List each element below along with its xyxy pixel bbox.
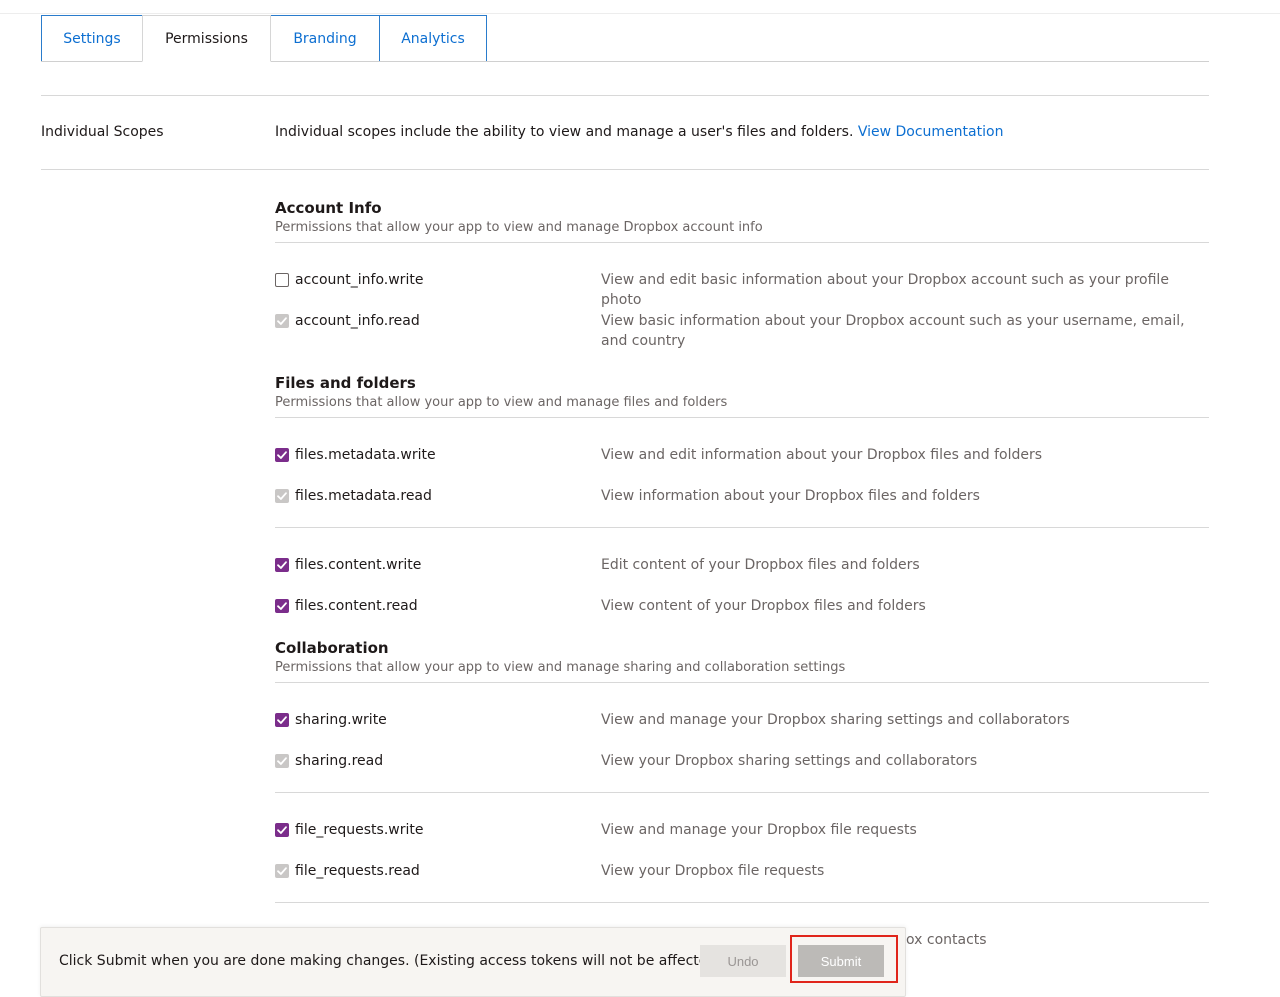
divider [275, 682, 1209, 683]
section-subtitle-files-and-folders: Permissions that allow your app to view … [275, 395, 728, 410]
tab-settings[interactable]: Settings [41, 15, 143, 62]
save-changes-bar: Click Submit when you are done making ch… [40, 927, 906, 997]
permission-row: sharing.write View and manage your Dropb… [275, 710, 1209, 732]
permission-name: files.metadata.read [295, 488, 432, 504]
permission-name: file_requests.read [295, 863, 420, 879]
permission-row: account_info.write View and edit basic i… [275, 270, 1209, 308]
individual-scopes-description: Individual scopes include the ability to… [275, 124, 1003, 140]
permission-name[interactable]: files.content.read [295, 596, 418, 616]
checked-checkbox[interactable] [275, 448, 289, 462]
permission-description: Edit content of your Dropbox files and f… [601, 557, 920, 573]
permission-row: files.metadata.read View information abo… [275, 486, 1209, 508]
divider [275, 417, 1209, 418]
disabled-checkbox [275, 864, 289, 878]
permission-description: View your Dropbox sharing settings and c… [601, 753, 978, 769]
section-subtitle-collaboration: Permissions that allow your app to view … [275, 660, 846, 675]
permission-row: file_requests.read View your Dropbox fil… [275, 861, 1209, 883]
permission-description: View information about your Dropbox file… [601, 488, 980, 504]
divider [41, 169, 1209, 170]
permission-row: files.metadata.write View and edit infor… [275, 445, 1209, 467]
submit-highlight-box [790, 935, 898, 983]
disabled-checkbox [275, 314, 289, 328]
permission-row: account_info.read View basic information… [275, 311, 1209, 349]
permission-name[interactable]: files.metadata.write [295, 445, 436, 465]
permission-description: View and edit basic information about yo… [601, 272, 1169, 308]
divider [41, 95, 1209, 96]
section-subtitle-account-info: Permissions that allow your app to view … [275, 220, 763, 235]
permission-name[interactable]: file_requests.write [295, 820, 423, 840]
permission-row: sharing.read View your Dropbox sharing s… [275, 751, 1209, 773]
permission-description: View and edit information about your Dro… [601, 447, 1043, 463]
permission-name[interactable]: sharing.write [295, 710, 387, 730]
scopes-description-text: Individual scopes include the ability to… [275, 124, 854, 140]
disabled-checkbox [275, 489, 289, 503]
section-title-account-info: Account Info [275, 199, 382, 217]
permission-description: View your Dropbox file requests [601, 863, 825, 879]
section-title-collaboration: Collaboration [275, 639, 389, 657]
disabled-checkbox [275, 754, 289, 768]
permission-description: View and manage your Dropbox file reques… [601, 822, 917, 838]
permission-row: files.content.read View content of your … [275, 596, 1209, 618]
permission-name: account_info.read [295, 313, 420, 329]
checked-checkbox[interactable] [275, 713, 289, 727]
checked-checkbox[interactable] [275, 823, 289, 837]
divider [275, 792, 1209, 793]
tab-branding[interactable]: Branding [270, 15, 380, 62]
permission-row: file_requests.write View and manage your… [275, 820, 1209, 842]
permission-description: View content of your Dropbox files and f… [601, 598, 926, 614]
save-changes-message: Click Submit when you are done making ch… [59, 953, 722, 969]
section-title-files-and-folders: Files and folders [275, 374, 416, 392]
tab-permissions[interactable]: Permissions [142, 15, 271, 62]
permission-name[interactable]: files.content.write [295, 555, 421, 575]
permission-row: files.content.write Edit content of your… [275, 555, 1209, 577]
permission-description: View and manage your Dropbox sharing set… [601, 712, 1070, 728]
divider [275, 902, 1209, 903]
undo-button[interactable]: Undo [700, 945, 786, 977]
unchecked-checkbox[interactable] [275, 273, 289, 287]
view-documentation-link[interactable]: View Documentation [858, 124, 1004, 140]
checked-checkbox[interactable] [275, 558, 289, 572]
permission-name[interactable]: account_info.write [295, 270, 423, 290]
top-divider [0, 13, 1280, 14]
divider [275, 527, 1209, 528]
tab-bar: Settings Permissions Branding Analytics [41, 15, 487, 62]
tab-analytics[interactable]: Analytics [379, 15, 487, 62]
permission-name: sharing.read [295, 753, 384, 769]
divider [275, 242, 1209, 243]
permission-description: View basic information about your Dropbo… [601, 313, 1185, 349]
partially-hidden-description: ox contacts [906, 932, 987, 948]
checked-checkbox[interactable] [275, 599, 289, 613]
individual-scopes-label: Individual Scopes [41, 124, 164, 140]
